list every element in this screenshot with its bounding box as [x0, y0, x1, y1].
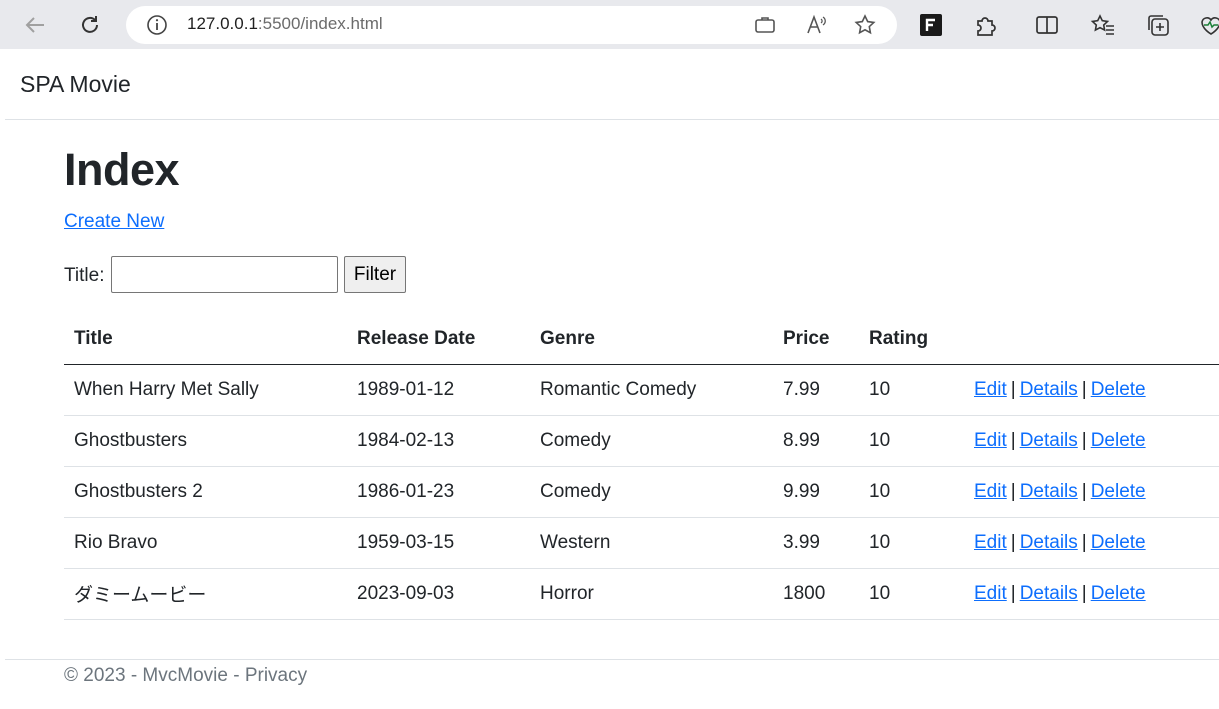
cell-title: Ghostbusters: [64, 415, 347, 467]
cell-actions: Edit | Details | Delete: [964, 568, 1219, 620]
favorite-star-icon[interactable]: [853, 13, 877, 37]
site-info-icon[interactable]: [146, 14, 168, 36]
refresh-button[interactable]: [73, 8, 107, 42]
action-separator: |: [1081, 378, 1087, 400]
movies-table: Title Release Date Genre Price Rating Wh…: [64, 314, 1219, 620]
cell-release-date: 1989-01-12: [347, 364, 530, 416]
edit-link[interactable]: Edit: [974, 430, 1007, 451]
cell-price: 9.99: [773, 466, 859, 518]
delete-link[interactable]: Delete: [1091, 430, 1146, 451]
delete-link[interactable]: Delete: [1091, 481, 1146, 502]
cell-title: Ghostbusters 2: [64, 466, 347, 518]
cell-genre: Romantic Comedy: [530, 364, 773, 416]
table-header-row: Title Release Date Genre Price Rating: [64, 314, 1219, 365]
split-screen-icon[interactable]: [1034, 12, 1060, 38]
cell-genre: Comedy: [530, 466, 773, 518]
details-link[interactable]: Details: [1020, 430, 1078, 451]
navbar-brand[interactable]: SPA Movie: [20, 71, 131, 98]
action-separator: |: [1010, 480, 1016, 502]
create-new-link[interactable]: Create New: [64, 211, 164, 233]
address-url[interactable]: 127.0.0.1:5500/index.html: [187, 14, 383, 34]
app-available-icon[interactable]: [753, 13, 777, 37]
details-link[interactable]: Details: [1020, 481, 1078, 502]
cell-rating: 10: [859, 568, 964, 620]
header-rating: Rating: [859, 314, 964, 365]
footer-divider: [5, 659, 1219, 660]
cell-actions: Edit | Details | Delete: [964, 364, 1219, 416]
table-row: Rio Bravo 1959-03-15 Western 3.99 10 Edit | Det…: [64, 517, 1219, 569]
cell-actions: Edit | Details | Delete: [964, 466, 1219, 518]
cell-title: When Harry Met Sally: [64, 364, 347, 416]
read-aloud-icon[interactable]: [804, 13, 828, 37]
footer: © 2023 - MvcMovie - Privacy: [64, 665, 307, 687]
page-content: SPA Movie Index Create New Title: Filter…: [5, 49, 1219, 709]
table-row: When Harry Met Sally 1989-01-12 Romantic C…: [64, 364, 1219, 416]
cell-actions: Edit | Details | Delete: [964, 415, 1219, 467]
action-separator: |: [1010, 531, 1016, 553]
action-separator: |: [1081, 582, 1087, 604]
delete-link[interactable]: Delete: [1091, 532, 1146, 553]
details-link[interactable]: Details: [1020, 379, 1078, 400]
header-release-date: Release Date: [347, 314, 530, 365]
action-separator: |: [1081, 480, 1087, 502]
table-row: Ghostbusters 1984-02-13 Comedy 8.99 10 Edit | D…: [64, 415, 1219, 467]
cell-genre: Comedy: [530, 415, 773, 467]
action-separator: |: [1081, 531, 1087, 553]
cell-price: 7.99: [773, 364, 859, 416]
table-row: ダミームービー 2023-09-03 Horror 1800 10 Edit | Detail…: [64, 568, 1219, 620]
title-filter-input[interactable]: [111, 256, 338, 293]
favorites-icon[interactable]: [1090, 12, 1116, 38]
cell-release-date: 2023-09-03: [347, 568, 530, 620]
cell-rating: 10: [859, 364, 964, 416]
edit-link[interactable]: Edit: [974, 481, 1007, 502]
browser-toolbar: 127.0.0.1:5500/index.html: [0, 0, 1219, 49]
header-genre: Genre: [530, 314, 773, 365]
cell-price: 1800: [773, 568, 859, 620]
title-filter-label: Title:: [64, 265, 105, 286]
header-title: Title: [64, 314, 347, 365]
action-separator: |: [1010, 429, 1016, 451]
page-title: Index: [64, 144, 180, 195]
edit-link[interactable]: Edit: [974, 379, 1007, 400]
collections-icon[interactable]: [1145, 12, 1171, 38]
back-icon: [25, 17, 44, 33]
delete-link[interactable]: Delete: [1091, 583, 1146, 604]
action-separator: |: [1010, 582, 1016, 604]
edit-link[interactable]: Edit: [974, 532, 1007, 553]
action-separator: |: [1081, 429, 1087, 451]
navbar-divider: [5, 119, 1219, 120]
performance-icon[interactable]: [1198, 12, 1219, 38]
footer-copyright: © 2023 - MvcMovie -: [64, 665, 245, 686]
cell-genre: Horror: [530, 568, 773, 620]
filter-button[interactable]: Filter: [344, 256, 406, 293]
cell-rating: 10: [859, 466, 964, 518]
extension-f-icon[interactable]: [918, 12, 944, 38]
extensions-icon[interactable]: [973, 12, 999, 38]
cell-title: Rio Bravo: [64, 517, 347, 569]
privacy-link[interactable]: Privacy: [245, 665, 307, 686]
header-actions: [964, 314, 1219, 365]
refresh-icon: [82, 16, 98, 33]
cell-price: 8.99: [773, 415, 859, 467]
back-button[interactable]: [18, 8, 52, 42]
cell-release-date: 1984-02-13: [347, 415, 530, 467]
cell-release-date: 1986-01-23: [347, 466, 530, 518]
cell-genre: Western: [530, 517, 773, 569]
header-price: Price: [773, 314, 859, 365]
cell-rating: 10: [859, 517, 964, 569]
details-link[interactable]: Details: [1020, 532, 1078, 553]
cell-release-date: 1959-03-15: [347, 517, 530, 569]
cell-price: 3.99: [773, 517, 859, 569]
edit-link[interactable]: Edit: [974, 583, 1007, 604]
table-row: Ghostbusters 2 1986-01-23 Comedy 9.99 10 Edit…: [64, 466, 1219, 518]
details-link[interactable]: Details: [1020, 583, 1078, 604]
cell-rating: 10: [859, 415, 964, 467]
action-separator: |: [1010, 378, 1016, 400]
cell-actions: Edit | Details | Delete: [964, 517, 1219, 569]
delete-link[interactable]: Delete: [1091, 379, 1146, 400]
cell-title: ダミームービー: [64, 568, 347, 620]
